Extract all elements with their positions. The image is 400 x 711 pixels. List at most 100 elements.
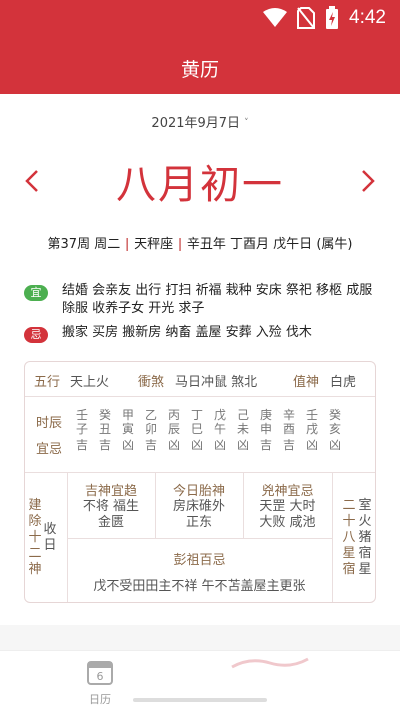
shichen-gan: 甲 <box>121 408 134 422</box>
shichen-item: 丁巳凶 <box>190 408 204 452</box>
yi-badge: 宜 <box>24 285 48 301</box>
yi-text: 结婚 会亲友 出行 打扫 祈福 栽种 安床 祭祀 移柩 成服 除服 收养子女 开… <box>62 283 373 316</box>
shichen-gan: 癸 <box>328 408 341 422</box>
shichen-yj: 凶 <box>190 438 203 452</box>
tab-calendar-label: 日历 <box>89 693 111 706</box>
chongsha-value: 马日冲鼠 煞北 <box>175 375 258 390</box>
taishen-label: 今日胎神 <box>172 484 225 499</box>
shichen-gan: 乙 <box>144 408 157 422</box>
page-title: 黄历 <box>180 59 219 81</box>
shichen-item: 庚申吉 <box>259 408 273 452</box>
jianchu-value: 收日 <box>43 522 57 553</box>
shichen-zhi: 午 <box>213 422 226 436</box>
date-picker[interactable]: 2021年9月7日 ˅ <box>0 112 400 131</box>
shichen-item: 甲寅凶 <box>121 408 135 452</box>
shichen-item: 壬子吉 <box>75 408 89 452</box>
jianchu-label: 建除十二神 <box>28 498 42 577</box>
week-info: 第37周 周二 <box>47 237 121 252</box>
shichen-zhi: 申 <box>259 422 272 436</box>
shichen-gan: 庚 <box>259 408 272 422</box>
pengzu-value: 戊不受田田主不祥 午不苫盖屋主更张 <box>93 579 306 594</box>
wifi-icon <box>263 8 288 27</box>
shichen-gan: 壬 <box>75 408 88 422</box>
status-time: 4:42 <box>349 7 386 28</box>
pengzu-label: 彭祖百忌 <box>173 553 226 568</box>
tab-calendar[interactable]: 6 日历 <box>84 659 116 707</box>
ganzhi: 辛丑年 丁酉月 戊午日 (属牛) <box>186 237 353 252</box>
status-bar: 4:42 <box>0 0 400 36</box>
shichen-item: 辛酉吉 <box>282 408 296 452</box>
shichen-yj: 凶 <box>121 438 134 452</box>
ji-badge: 忌 <box>24 327 48 343</box>
chevron-right-icon[interactable] <box>358 168 378 194</box>
xiongshen-value: 天罡 大时 大败 咸池 <box>259 499 316 530</box>
xiu-value: 室火猪宿星 <box>358 498 372 577</box>
ji-section: 忌 搬家 买房 搬新房 纳畜 盖屋 安葬 入殓 伐木 <box>24 324 388 343</box>
shichen-item: 丙辰凶 <box>167 408 181 452</box>
divider: ǀ <box>178 237 182 252</box>
shichen-zhi: 巳 <box>190 422 203 436</box>
shichen-gan: 戊 <box>213 408 226 422</box>
shichen-yj: 吉 <box>282 438 295 452</box>
calendar-day: 6 <box>97 670 104 683</box>
jishen-value: 不将 福生 金匮 <box>82 499 140 530</box>
zhishen-label: 值神 <box>293 375 320 390</box>
shichen-yj: 凶 <box>328 438 341 452</box>
shichen-yj: 吉 <box>75 438 88 452</box>
shichen-label: 时辰 <box>36 416 63 431</box>
shichen-yj: 凶 <box>167 438 180 452</box>
chongsha-label: 衝煞 <box>138 375 165 390</box>
shichen-gan: 己 <box>236 408 249 422</box>
battery-charging-icon <box>326 6 339 29</box>
shichen-item: 癸丑吉 <box>98 408 112 452</box>
shichen-gan: 癸 <box>98 408 111 422</box>
almanac-table: 五行 天上火 衝煞 马日冲鼠 煞北 值神 白虎 时辰 宜忌 壬子吉癸丑吉甲寅凶乙… <box>24 361 376 603</box>
xiu-label: 二十八星宿 <box>342 498 356 577</box>
yi-section: 宜 结婚 会亲友 出行 打扫 祈福 栽种 安床 祭祀 移柩 成服 除服 收养子女… <box>24 282 388 318</box>
lunar-date: 八月初一 <box>116 162 284 208</box>
shichen-yj: 吉 <box>259 438 272 452</box>
shichen-gan: 丁 <box>190 408 203 422</box>
jishen-label: 吉神宜趋 <box>84 484 137 499</box>
calendar-icon[interactable]: 6 <box>87 659 113 685</box>
zhishen-value: 白虎 <box>330 375 357 390</box>
star-sign: 天秤座 <box>134 237 174 252</box>
shichen-item: 癸亥凶 <box>328 408 342 452</box>
divider <box>332 472 333 602</box>
shichen-yj: 凶 <box>305 438 318 452</box>
shichen-gan: 壬 <box>305 408 318 422</box>
shichen-yj: 凶 <box>213 438 226 452</box>
shichen-gan: 辛 <box>282 408 295 422</box>
shichen-gan: 丙 <box>167 408 180 422</box>
ji-text: 搬家 买房 搬新房 纳畜 盖屋 安葬 入殓 伐木 <box>62 325 312 340</box>
divider <box>25 472 375 473</box>
shichen-yj: 吉 <box>98 438 111 452</box>
shichen-zhi: 酉 <box>282 422 295 436</box>
divider <box>25 396 375 397</box>
shichen-item: 乙卯吉 <box>144 408 158 452</box>
no-sim-icon <box>297 7 316 29</box>
xiongshen-label: 兇神宜忌 <box>261 484 314 499</box>
shichen-zhi: 寅 <box>121 422 134 436</box>
shichen-zhi: 戌 <box>305 422 318 436</box>
chevron-down-icon[interactable]: ˅ <box>244 118 249 128</box>
shichen-item: 壬戌凶 <box>305 408 319 452</box>
shichen-item: 戊午凶 <box>213 408 227 452</box>
footer-band <box>0 625 400 650</box>
wuxing-value: 天上火 <box>70 375 110 390</box>
solar-date[interactable]: 2021年9月7日 <box>151 116 240 131</box>
date-info: 第37周 周二 ǀ 天秤座 ǀ 辛丑年 丁酉月 戊午日 (属牛) <box>0 233 400 252</box>
shichen-item: 己未凶 <box>236 408 250 452</box>
shichen-zhi: 辰 <box>167 422 180 436</box>
shichen-zhi: 未 <box>236 422 249 436</box>
shichen-yj: 凶 <box>236 438 249 452</box>
home-indicator <box>133 698 267 702</box>
yiji-label: 宜忌 <box>36 442 63 457</box>
shichen-zhi: 卯 <box>144 422 157 436</box>
brush-icon[interactable] <box>230 655 310 671</box>
divider <box>67 538 332 539</box>
shichen-yj: 吉 <box>144 438 157 452</box>
taishen-value: 房床碓外 正东 <box>172 499 225 530</box>
shichen-zhi: 丑 <box>98 422 111 436</box>
wuxing-label: 五行 <box>34 375 61 390</box>
